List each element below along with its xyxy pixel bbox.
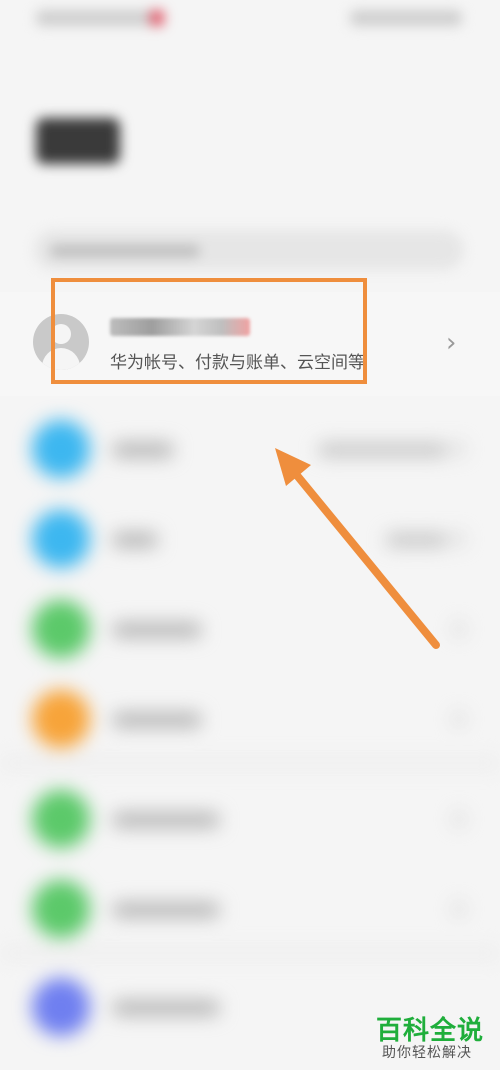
annotation-arrow — [275, 448, 440, 649]
watermark-subtitle: 助你轻松解决 — [382, 1045, 472, 1061]
